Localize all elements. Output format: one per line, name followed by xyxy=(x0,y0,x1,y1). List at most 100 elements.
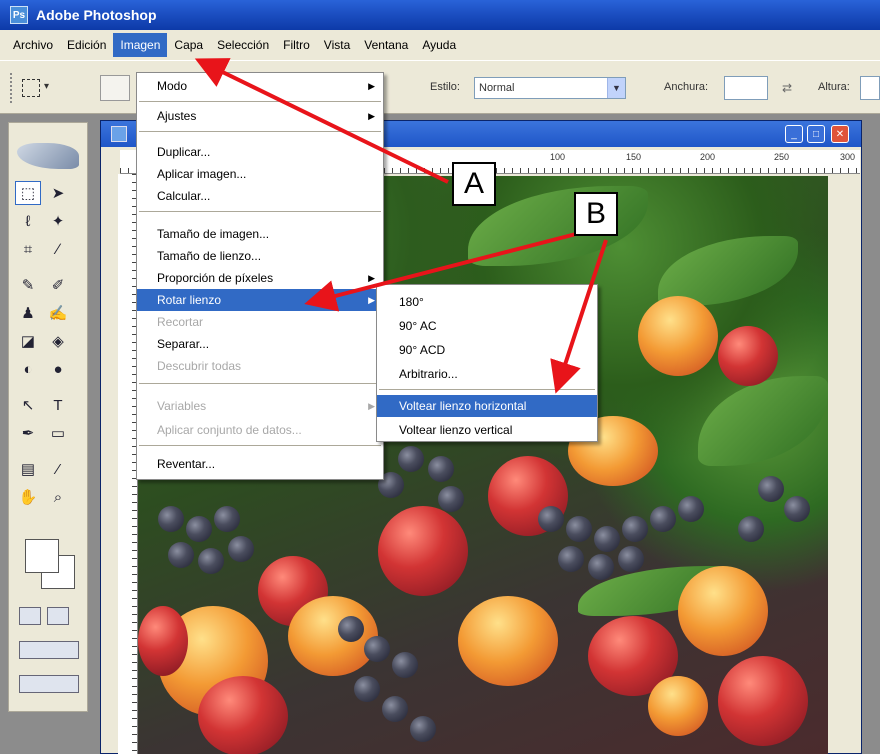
plum xyxy=(138,606,188,676)
healing-brush-icon[interactable]: ✎ xyxy=(15,273,41,297)
type-tool-icon[interactable]: T xyxy=(45,393,71,417)
menu-separator xyxy=(139,131,381,132)
menu-item-modo[interactable]: Modo ▶ xyxy=(137,75,383,97)
chevron-down-icon[interactable]: ▼ xyxy=(607,78,625,98)
menu-item-duplicar[interactable]: Duplicar... xyxy=(137,141,383,163)
peach xyxy=(458,596,558,686)
menu-item-descubrir-todas[interactable]: Descubrir todas xyxy=(137,355,383,377)
menu-item-calcular[interactable]: Calcular... xyxy=(137,185,383,207)
grape xyxy=(588,554,614,580)
blur-tool-icon[interactable]: ◐ xyxy=(15,357,41,381)
rectangular-marquee-icon[interactable] xyxy=(22,79,40,97)
grape xyxy=(364,636,390,662)
grape xyxy=(168,542,194,568)
altura-label: Altura: xyxy=(818,81,850,93)
crop-tool-icon[interactable]: ⌗ xyxy=(15,237,41,261)
menu-item-tamano-lienzo[interactable]: Tamaño de lienzo... xyxy=(137,245,383,267)
new-selection-button[interactable] xyxy=(100,75,130,101)
paint-bucket-icon[interactable]: ◈ xyxy=(45,329,71,353)
menu-item-tamano-imagen[interactable]: Tamaño de imagen... xyxy=(137,223,383,245)
menu-item-label: Rotar lienzo xyxy=(157,293,222,307)
menu-item-proporcion-pixeles[interactable]: Proporción de píxeles ▶ xyxy=(137,267,383,289)
clone-stamp-icon[interactable]: ♟ xyxy=(15,301,41,325)
menu-seleccion[interactable]: Selección xyxy=(210,33,276,57)
quick-mask-icon[interactable] xyxy=(47,607,69,625)
menu-item-aplicar-conjunto-datos[interactable]: Aplicar conjunto de datos... xyxy=(137,419,383,441)
callout-a: A xyxy=(452,162,496,206)
anchura-input[interactable] xyxy=(724,76,768,100)
pen-tool-icon[interactable]: ✒ xyxy=(15,421,41,445)
ruler-tick-label: 250 xyxy=(774,152,790,162)
grape xyxy=(186,516,212,542)
grape xyxy=(198,548,224,574)
menu-imagen[interactable]: Imagen xyxy=(113,33,168,57)
foreground-color-swatch[interactable] xyxy=(25,539,59,573)
standard-mode-icon[interactable] xyxy=(19,607,41,625)
grape xyxy=(438,486,464,512)
notes-tool-icon[interactable]: ▤ xyxy=(15,457,41,481)
grape xyxy=(228,536,254,562)
grape xyxy=(158,506,184,532)
maximize-icon[interactable]: □ xyxy=(807,125,825,143)
chevron-right-icon: ▶ xyxy=(368,80,375,91)
eyedropper-icon[interactable]: ⁄ xyxy=(45,457,71,481)
slice-tool-icon[interactable]: ∕ xyxy=(45,237,71,261)
menu-archivo[interactable]: Archivo xyxy=(6,33,60,57)
menu-item-label: Tamaño de imagen... xyxy=(157,227,270,241)
move-tool-icon[interactable]: ➤ xyxy=(45,181,71,205)
menu-ventana[interactable]: Ventana xyxy=(357,33,415,57)
options-bar: ▾ Estilo: Normal ▼ Anchura: ⇄ Altura: xyxy=(0,60,880,114)
submenu-item-voltear-vertical[interactable]: Voltear lienzo vertical xyxy=(377,419,597,441)
menu-item-label: Calcular... xyxy=(157,189,211,203)
grape xyxy=(650,506,676,532)
altura-input[interactable] xyxy=(860,76,880,100)
jump-to-imageready-icon[interactable] xyxy=(19,675,79,693)
eraser-tool-icon[interactable]: ◪ xyxy=(15,329,41,353)
swap-icon[interactable]: ⇄ xyxy=(782,81,792,95)
menu-item-reventar[interactable]: Reventar... xyxy=(137,453,383,475)
submenu-item-90-ac[interactable]: 90° AC xyxy=(377,315,597,337)
grape xyxy=(410,716,436,742)
leaf xyxy=(698,376,828,466)
brush-tool-icon[interactable]: ✐ xyxy=(45,273,71,297)
menu-capa[interactable]: Capa xyxy=(167,33,210,57)
minimize-icon[interactable]: _ xyxy=(785,125,803,143)
menu-item-variables[interactable]: Variables ▶ xyxy=(137,395,383,417)
menu-item-aplicar-imagen[interactable]: Aplicar imagen... xyxy=(137,163,383,185)
hand-tool-icon[interactable]: ✋ xyxy=(15,485,41,509)
path-selection-icon[interactable]: ↖ xyxy=(15,393,41,417)
history-brush-icon[interactable]: ✍ xyxy=(45,301,71,325)
menu-vista[interactable]: Vista xyxy=(317,33,357,57)
menu-item-separar[interactable]: Separar... xyxy=(137,333,383,355)
callout-b: B xyxy=(574,192,618,236)
submenu-item-voltear-horizontal[interactable]: Voltear lienzo horizontal xyxy=(377,395,597,417)
screen-mode-icon[interactable] xyxy=(19,641,79,659)
chevron-right-icon: ▶ xyxy=(368,294,375,305)
menu-item-recortar[interactable]: Recortar xyxy=(137,311,383,333)
adobe-feather-icon[interactable] xyxy=(17,143,79,169)
estilo-select[interactable]: Normal ▼ xyxy=(474,77,626,99)
submenu-item-180[interactable]: 180° xyxy=(377,291,597,313)
marquee-tool-icon[interactable]: ⬚ xyxy=(15,181,41,205)
menu-filtro[interactable]: Filtro xyxy=(276,33,317,57)
magic-wand-icon[interactable]: ✦ xyxy=(45,209,71,233)
shape-tool-icon[interactable]: ▭ xyxy=(45,421,71,445)
submenu-item-arbitrario[interactable]: Arbitrario... xyxy=(377,363,597,385)
grape xyxy=(392,652,418,678)
lasso-tool-icon[interactable]: ℓ xyxy=(15,209,41,233)
menu-edicion[interactable]: Edición xyxy=(60,33,113,57)
grape xyxy=(566,516,592,542)
dodge-tool-icon[interactable]: ● xyxy=(45,357,71,381)
options-bar-grip[interactable] xyxy=(10,73,14,103)
menu-separator xyxy=(379,389,595,390)
menu-ayuda[interactable]: Ayuda xyxy=(415,33,463,57)
zoom-tool-icon[interactable]: ⌕ xyxy=(45,485,71,509)
chevron-down-icon[interactable]: ▾ xyxy=(44,81,49,92)
submenu-item-90-acd[interactable]: 90° ACD xyxy=(377,339,597,361)
close-icon[interactable]: ✕ xyxy=(831,125,849,143)
menu-item-rotar-lienzo[interactable]: Rotar lienzo ▶ xyxy=(137,289,383,311)
menu-item-label: Ajustes xyxy=(157,109,197,123)
menu-item-ajustes[interactable]: Ajustes ▶ xyxy=(137,105,383,127)
ruler-tick-label: 100 xyxy=(550,152,566,162)
menu-separator xyxy=(139,211,381,212)
